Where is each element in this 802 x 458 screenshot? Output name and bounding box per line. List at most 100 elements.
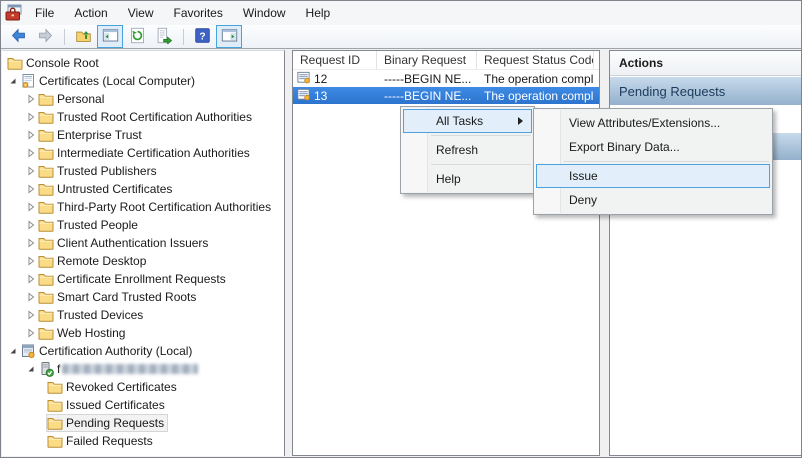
- tree-item[interactable]: Console Root: [2, 54, 284, 72]
- toolbar-button-up-one-level[interactable]: [70, 25, 96, 48]
- folder-icon: [38, 163, 54, 179]
- toolbar-button-export-list[interactable]: [151, 25, 177, 48]
- actions-title-label: Actions: [619, 56, 663, 70]
- toolbar-button-forward-arrow[interactable]: [32, 25, 58, 48]
- tree-item[interactable]: Remote Desktop: [2, 252, 284, 270]
- tree-item-box[interactable]: Failed Requests: [46, 432, 157, 450]
- expander-closed-icon: [26, 238, 37, 248]
- tree-item-box[interactable]: Certificates (Local Computer): [19, 72, 199, 90]
- tree-item-box[interactable]: Enterprise Trust: [37, 126, 146, 144]
- tree-item[interactable]: Certificates (Local Computer): [2, 72, 284, 90]
- menu-item-deny[interactable]: Deny: [536, 188, 770, 212]
- tree-item[interactable]: Pending Requests: [2, 414, 284, 432]
- tree-item[interactable]: Certificate Enrollment Requests: [2, 270, 284, 288]
- menu-item-all-tasks[interactable]: All Tasks: [403, 109, 532, 133]
- list-rows: 12-----BEGIN NE...The operation compl...…: [293, 70, 599, 104]
- toolbar-button-help[interactable]: ?: [189, 25, 215, 48]
- console-window-icon[interactable]: [5, 4, 23, 22]
- menu-item-refresh[interactable]: Refresh: [403, 138, 532, 162]
- folder-icon: [47, 415, 63, 431]
- toolbar-button-refresh[interactable]: [124, 25, 150, 48]
- tree-item-box[interactable]: Pending Requests: [46, 414, 168, 432]
- tree-item-label: Web Hosting: [57, 326, 125, 340]
- expander-closed-icon: [26, 274, 37, 284]
- folder-icon: [47, 433, 63, 449]
- menu-file[interactable]: File: [25, 2, 64, 24]
- tree-item[interactable]: Web Hosting: [2, 324, 284, 342]
- tree-item[interactable]: f: [2, 360, 284, 378]
- column-header[interactable]: Request ID: [293, 51, 377, 69]
- tree-item[interactable]: Third-Party Root Certification Authoriti…: [2, 198, 284, 216]
- menu-view[interactable]: View: [118, 2, 164, 24]
- tree-item[interactable]: Failed Requests: [2, 432, 284, 450]
- tree-item[interactable]: Untrusted Certificates: [2, 180, 284, 198]
- tree-item-label: Revoked Certificates: [66, 380, 177, 394]
- actions-section-pending-requests[interactable]: Pending Requests: [610, 77, 801, 105]
- request-row[interactable]: 12-----BEGIN NE...The operation compl...: [293, 70, 599, 87]
- all-tasks-submenu: View Attributes/Extensions...Export Bina…: [533, 108, 773, 215]
- toolbar-button-show-console-tree[interactable]: [97, 25, 123, 48]
- menu-help[interactable]: Help: [296, 2, 341, 24]
- tree-item-label: Client Authentication Issuers: [57, 236, 208, 250]
- folder-icon: [38, 109, 54, 125]
- tree-item-box[interactable]: Trusted Publishers: [37, 162, 161, 180]
- tree-item-box[interactable]: Smart Card Trusted Roots: [37, 288, 200, 306]
- tree-item-box[interactable]: Trusted Root Certification Authorities: [37, 108, 256, 126]
- menu-separator: [431, 164, 531, 165]
- menu-item-issue[interactable]: Issue: [536, 164, 770, 188]
- tree-item-box[interactable]: Trusted People: [37, 216, 142, 234]
- expander-closed-icon: [26, 94, 37, 104]
- tree-item-box[interactable]: Intermediate Certification Authorities: [37, 144, 254, 162]
- tree-item-label: Trusted Devices: [57, 308, 143, 322]
- request-row[interactable]: 13-----BEGIN NE...The operation compl...: [293, 87, 599, 104]
- tree-item-box[interactable]: Console Root: [6, 54, 103, 72]
- tree-item[interactable]: Enterprise Trust: [2, 126, 284, 144]
- refresh-icon: [129, 27, 146, 47]
- tree-item[interactable]: Trusted Publishers: [2, 162, 284, 180]
- tree-item[interactable]: Personal: [2, 90, 284, 108]
- tree-item[interactable]: Revoked Certificates: [2, 378, 284, 396]
- tree-item-box[interactable]: Issued Certificates: [46, 396, 169, 414]
- menu-bar: FileActionViewFavoritesWindowHelp: [1, 1, 801, 25]
- menu-window[interactable]: Window: [233, 2, 296, 24]
- up-one-level-icon: [75, 27, 92, 47]
- folder-icon: [38, 307, 54, 323]
- request-id: 13: [314, 89, 327, 103]
- tree-item[interactable]: Trusted Root Certification Authorities: [2, 108, 284, 126]
- column-header[interactable]: Request Status Code: [477, 51, 594, 69]
- tree-item[interactable]: Client Authentication Issuers: [2, 234, 284, 252]
- tree-item[interactable]: Issued Certificates: [2, 396, 284, 414]
- tree-item[interactable]: Smart Card Trusted Roots: [2, 288, 284, 306]
- tree-item-box[interactable]: f: [37, 360, 202, 378]
- menu-action[interactable]: Action: [64, 2, 117, 24]
- toolbar-button-back-arrow[interactable]: [5, 25, 31, 48]
- tree-item-box[interactable]: Certificate Enrollment Requests: [37, 270, 230, 288]
- tree-item-box[interactable]: Revoked Certificates: [46, 378, 181, 396]
- tree-item[interactable]: Certification Authority (Local): [2, 342, 284, 360]
- folder-icon: [38, 325, 54, 341]
- forward-arrow-icon: [37, 27, 54, 47]
- tree-item[interactable]: Trusted Devices: [2, 306, 284, 324]
- menu-favorites[interactable]: Favorites: [164, 2, 233, 24]
- column-header[interactable]: Binary Request: [377, 51, 477, 69]
- menu-item-export-binary-data[interactable]: Export Binary Data...: [536, 135, 770, 159]
- actions-pane-title: Actions: [610, 51, 801, 76]
- tree-item-box[interactable]: Client Authentication Issuers: [37, 234, 212, 252]
- folder-icon: [38, 217, 54, 233]
- menu-item-view-attributes-extensions[interactable]: View Attributes/Extensions...: [536, 111, 770, 135]
- tree-item-box[interactable]: Personal: [37, 90, 108, 108]
- folder-icon: [38, 289, 54, 305]
- tree-item-box[interactable]: Untrusted Certificates: [37, 180, 176, 198]
- tree-item-label: Smart Card Trusted Roots: [57, 290, 196, 304]
- tree-item-box[interactable]: Web Hosting: [37, 324, 129, 342]
- toolbar-button-show-action-pane[interactable]: [216, 25, 242, 48]
- menu-item-help[interactable]: Help: [403, 167, 532, 191]
- expander-closed-icon: [26, 292, 37, 302]
- tree-item-box[interactable]: Certification Authority (Local): [19, 342, 196, 360]
- tree-item[interactable]: Trusted People: [2, 216, 284, 234]
- tree-item-box[interactable]: Remote Desktop: [37, 252, 150, 270]
- tree-item[interactable]: Intermediate Certification Authorities: [2, 144, 284, 162]
- tree-item-box[interactable]: Third-Party Root Certification Authoriti…: [37, 198, 275, 216]
- tree-item-box[interactable]: Trusted Devices: [37, 306, 147, 324]
- binary-request-cell: -----BEGIN NE...: [377, 89, 477, 103]
